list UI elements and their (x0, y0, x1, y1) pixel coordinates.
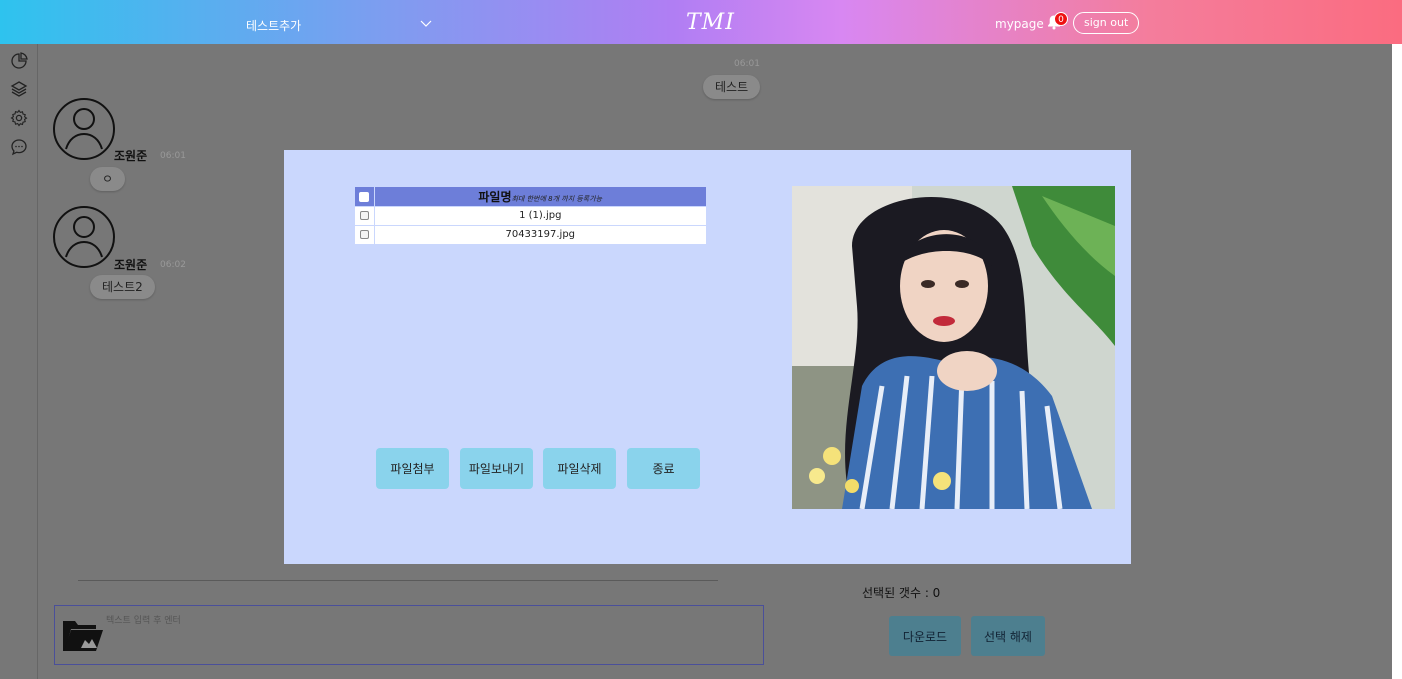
sender-name: 조원준 (114, 258, 148, 272)
pie-chart-icon[interactable] (10, 52, 28, 70)
message-bubble: ㅇ (90, 167, 126, 191)
file-name: 1 (1).jpg (374, 205, 706, 225)
message-time: 06:02 (160, 260, 186, 270)
filename-header-label: 파일명 (478, 189, 512, 204)
notification-badge: 0 (1054, 12, 1068, 26)
table-row[interactable]: 70433197.jpg (355, 224, 706, 244)
left-sidebar (0, 44, 38, 679)
file-name: 70433197.jpg (374, 224, 706, 244)
chat-bubble-icon[interactable] (10, 138, 28, 156)
layers-icon[interactable] (10, 80, 28, 98)
close-button[interactable]: 종료 (627, 448, 700, 489)
select-all-checkbox[interactable] (355, 187, 375, 206)
message-bubble: 테스트 (703, 75, 761, 99)
right-edge-panel (1392, 44, 1402, 679)
divider (78, 580, 718, 581)
row-checkbox[interactable] (355, 205, 375, 225)
file-table: 파일명최대 한번에 8개 까지 등록가능 1 (1).jpg 70433197.… (355, 187, 706, 244)
row-checkbox[interactable] (355, 224, 375, 244)
gear-icon[interactable] (10, 109, 28, 127)
filename-header-hint: 최대 한번에 8개 까지 등록가능 (511, 194, 603, 203)
deselect-button[interactable]: 선택 해제 (971, 616, 1045, 656)
sender-name: 조원준 (114, 149, 148, 163)
file-modal: 파일명최대 한번에 8개 까지 등록가능 1 (1).jpg 70433197.… (284, 150, 1131, 564)
sign-out-button[interactable]: sign out (1073, 12, 1140, 34)
table-header-row: 파일명최대 한번에 8개 까지 등록가능 (355, 187, 706, 206)
room-title[interactable]: 테스트추가 (246, 17, 301, 34)
message-time: 06:01 (160, 151, 186, 161)
send-file-button[interactable]: 파일보내기 (460, 448, 533, 489)
filename-header: 파일명최대 한번에 8개 까지 등록가능 (374, 187, 706, 206)
selected-count: 선택된 갯수 : 0 (862, 586, 941, 600)
delete-file-button[interactable]: 파일삭제 (543, 448, 616, 489)
image-preview (792, 186, 1115, 509)
attach-file-button[interactable]: 파일첨부 (376, 448, 449, 489)
message-time: 06:01 (734, 59, 760, 69)
chevron-down-icon[interactable] (420, 17, 432, 31)
avatar (52, 205, 116, 269)
app-logo: TMI (686, 10, 735, 35)
avatar (52, 97, 116, 161)
download-button[interactable]: 다운로드 (889, 616, 961, 656)
message-placeholder: 텍스트 입력 후 엔터 (106, 616, 181, 626)
folder-icon[interactable] (62, 618, 104, 655)
mypage-link[interactable]: mypage (995, 17, 1044, 31)
message-bubble: 테스트2 (90, 275, 155, 299)
top-navbar: 테스트추가 TMI mypage 0 sign out (0, 0, 1402, 44)
table-row[interactable]: 1 (1).jpg (355, 205, 706, 225)
